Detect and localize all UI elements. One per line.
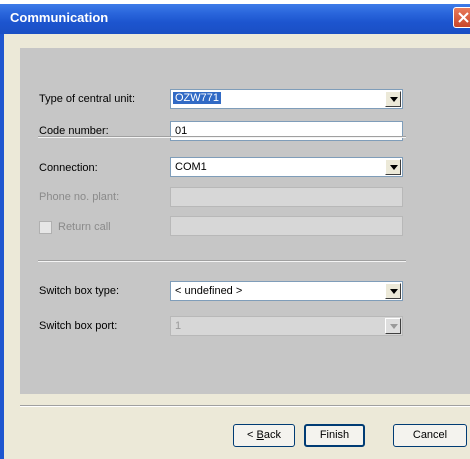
finish-button[interactable]: Finish bbox=[304, 424, 365, 447]
window-title: Communication bbox=[10, 10, 109, 25]
connection-dropdown-button[interactable] bbox=[385, 159, 401, 175]
close-button[interactable] bbox=[453, 7, 470, 28]
central-unit-select[interactable]: OZW771 bbox=[170, 89, 403, 109]
phone-input[interactable] bbox=[170, 187, 403, 207]
return-call-label: Return call bbox=[58, 221, 111, 233]
chevron-down-icon bbox=[390, 289, 398, 294]
chevron-down-icon bbox=[390, 324, 398, 329]
central-unit-value: OZW771 bbox=[173, 92, 222, 104]
central-unit-dropdown-button[interactable] bbox=[385, 91, 401, 107]
return-call-input[interactable] bbox=[170, 216, 403, 236]
switch-box-port-value: 1 bbox=[175, 320, 182, 332]
switch-box-type-select[interactable]: < undefined > bbox=[170, 281, 403, 301]
switch-box-port-dropdown-button[interactable] bbox=[385, 318, 401, 334]
close-icon bbox=[458, 12, 469, 23]
code-number-input[interactable]: 01 bbox=[170, 121, 403, 141]
back-button[interactable]: < Back bbox=[233, 424, 295, 447]
finish-button-label: Finish bbox=[319, 429, 350, 441]
connection-value: COM1 bbox=[175, 161, 207, 173]
footer-separator bbox=[20, 405, 470, 407]
back-button-rest: ack bbox=[263, 429, 281, 441]
switch-box-port-label: Switch box port: bbox=[39, 320, 118, 332]
back-button-prefix: < bbox=[247, 429, 257, 441]
cancel-button[interactable]: Cancel bbox=[393, 424, 467, 447]
switch-box-type-dropdown-button[interactable] bbox=[385, 283, 401, 299]
central-unit-label: Type of central unit: bbox=[39, 93, 135, 105]
chevron-down-icon bbox=[390, 165, 398, 170]
connection-label: Connection: bbox=[39, 162, 98, 174]
switch-box-type-value: < undefined > bbox=[175, 285, 243, 297]
separator-1 bbox=[38, 136, 406, 138]
switch-box-type-label: Switch box type: bbox=[39, 285, 120, 297]
connection-select[interactable]: COM1 bbox=[170, 157, 403, 177]
phone-label: Phone no. plant: bbox=[39, 191, 120, 203]
return-call-checkbox[interactable] bbox=[39, 221, 52, 234]
window-left-border bbox=[0, 34, 4, 459]
back-button-mnemonic: B bbox=[256, 429, 264, 441]
cancel-button-label: Cancel bbox=[412, 429, 448, 441]
separator-2 bbox=[38, 260, 406, 262]
switch-box-port-select[interactable]: 1 bbox=[170, 316, 403, 336]
chevron-down-icon bbox=[390, 97, 398, 102]
